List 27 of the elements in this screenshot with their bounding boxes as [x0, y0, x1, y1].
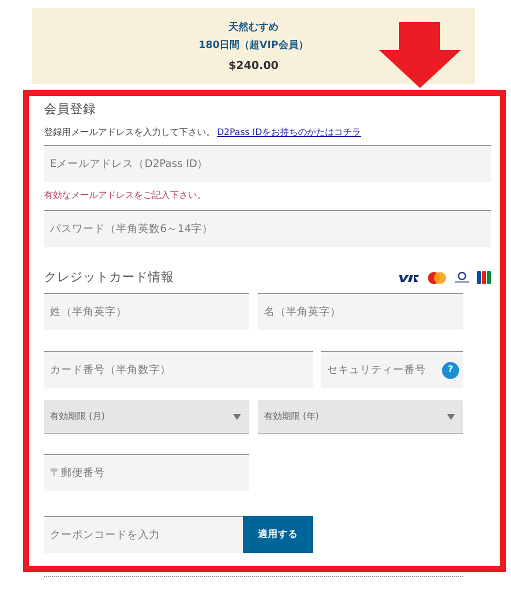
- month-select[interactable]: 有効期限 (月): [44, 400, 249, 434]
- error-message: 有効なメールアドレスをご記入下さい。: [44, 190, 207, 202]
- card-brand-icon: [427, 272, 447, 284]
- postal-code-field[interactable]: 〒郵便番号: [44, 454, 249, 491]
- section-title: クレジットカード情報: [44, 269, 174, 286]
- security-code-field[interactable]: セキュリティー番号 ?: [321, 351, 463, 388]
- year-select[interactable]: 有効期限 (年): [258, 400, 463, 434]
- email-field[interactable]: Eメールアドレス（D2Pass ID）: [44, 145, 491, 182]
- instruction-text: 登録用メールアドレスを入力して下さい。 D2Pass IDをお持ちのかたはコチラ: [44, 126, 362, 139]
- last-name-field[interactable]: 姓（半角英字）: [44, 293, 249, 330]
- plan-name: 天然むすめ: [228, 20, 278, 34]
- d2pass-link[interactable]: D2Pass IDをお持ちのかたはコチラ: [217, 128, 362, 138]
- card-brand-icon: [454, 272, 470, 284]
- section-title: 会員登録: [44, 101, 97, 118]
- card-brand-icon: [398, 274, 420, 282]
- down-arrow-icon: [379, 22, 461, 88]
- dropdown-arrow-icon: [233, 414, 241, 420]
- plan-term: 180日間（超VIP会員）: [198, 38, 308, 52]
- first-name-field[interactable]: 名（半角英字）: [258, 293, 463, 330]
- help-icon[interactable]: ?: [442, 362, 459, 378]
- plan-price: $240.00: [228, 59, 279, 72]
- card-number-field[interactable]: カード番号（半角数字）: [44, 351, 313, 388]
- card-brand-icon: [477, 271, 491, 284]
- dropdown-arrow-icon: [447, 414, 455, 420]
- apply-button[interactable]: 適用する: [243, 516, 313, 553]
- coupon-field[interactable]: クーポンコードを入力: [44, 516, 243, 553]
- password-field[interactable]: パスワード（半角英数6～14字）: [44, 210, 491, 247]
